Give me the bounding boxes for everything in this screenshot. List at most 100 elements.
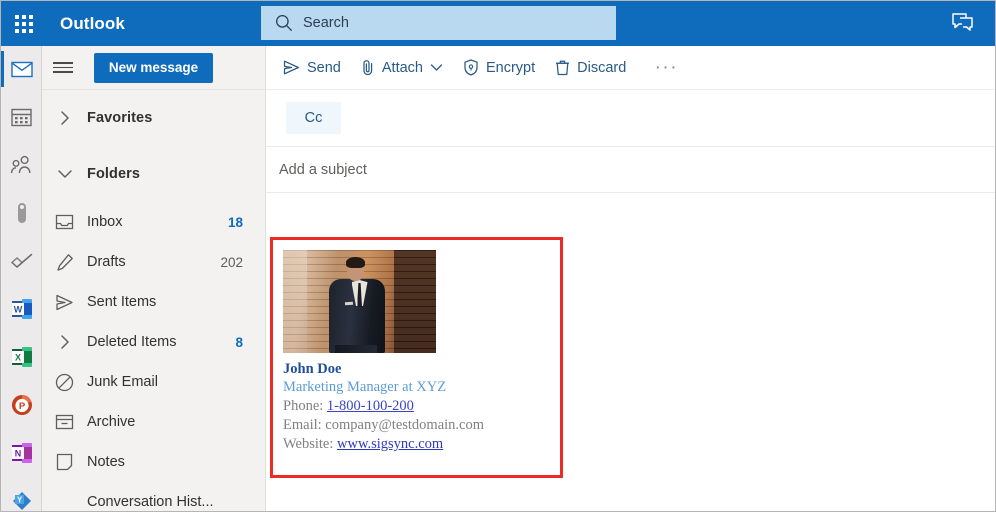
search-icon xyxy=(276,15,292,31)
folder-label: Drafts xyxy=(87,254,126,270)
powerpoint-icon: P xyxy=(11,395,32,415)
subject-placeholder-text: Add a subject xyxy=(279,161,367,178)
discard-button[interactable]: Discard xyxy=(546,52,635,84)
group-label-folders: Folders xyxy=(87,166,141,182)
send-button[interactable]: Send xyxy=(274,52,350,84)
rail-item-people[interactable] xyxy=(1,143,42,187)
attach-label: Attach xyxy=(381,59,423,76)
calendar-icon xyxy=(11,108,32,127)
signature-email-line: Email: company@testdomain.com xyxy=(283,416,560,435)
pencil-icon xyxy=(42,242,87,282)
group-label-favorites: Favorites xyxy=(87,110,153,126)
folder-pane: New message Favorites Folders Inbox 18 D… xyxy=(42,46,266,511)
mail-icon xyxy=(10,61,33,77)
rail-item-mail[interactable] xyxy=(1,47,42,91)
folder-item-notes[interactable]: Notes xyxy=(42,442,265,482)
folder-count: 202 xyxy=(220,254,243,270)
app-rail: W X P N Y xyxy=(1,46,42,511)
trash-icon xyxy=(555,59,570,76)
rail-item-yammer[interactable]: Y xyxy=(1,479,42,511)
group-folders[interactable]: Folders xyxy=(42,146,265,202)
group-favorites[interactable]: Favorites xyxy=(42,90,265,146)
send-icon xyxy=(42,282,87,322)
svg-text:W: W xyxy=(13,305,22,315)
inbox-icon xyxy=(42,202,87,242)
send-icon xyxy=(283,60,300,75)
more-options-button[interactable]: ··· xyxy=(651,53,681,83)
folder-label: Archive xyxy=(87,414,136,430)
chevron-right-icon xyxy=(42,322,87,362)
compose-toolbar: Send Attach Encrypt Discard ··· xyxy=(266,46,995,90)
search-input[interactable]: Search xyxy=(261,6,616,40)
subject-input[interactable]: Add a subject xyxy=(266,147,995,193)
app-launcher-button[interactable] xyxy=(1,1,46,46)
folder-item-conversation-history[interactable]: Conversation Hist... xyxy=(42,482,265,511)
attach-button[interactable]: Attach xyxy=(352,52,452,84)
archive-icon xyxy=(42,402,87,442)
wall-light-area xyxy=(283,250,307,353)
folder-item-sent[interactable]: Sent Items xyxy=(42,282,265,322)
signature-job-title: Marketing Manager at XYZ xyxy=(283,379,447,395)
rail-item-onenote[interactable]: N xyxy=(1,431,42,475)
rail-item-powerpoint[interactable]: P xyxy=(1,383,42,427)
new-message-button[interactable]: New message xyxy=(94,52,213,83)
svg-text:Y: Y xyxy=(16,495,22,504)
folder-count: 18 xyxy=(227,214,243,230)
folder-item-inbox[interactable]: Inbox 18 xyxy=(42,202,265,242)
app-launcher-icon xyxy=(14,14,33,33)
signature-phone-line: Phone: 1-800-100-200 xyxy=(283,397,560,416)
encrypt-button[interactable]: Encrypt xyxy=(454,52,544,84)
signature-text-block: John Doe Marketing Manager at XYZ Phone:… xyxy=(283,360,560,454)
note-icon xyxy=(42,442,87,482)
message-body[interactable]: John Doe Marketing Manager at XYZ Phone:… xyxy=(266,193,995,511)
onenote-icon: N xyxy=(11,443,32,463)
cc-button[interactable]: Cc xyxy=(286,102,341,134)
chat-button[interactable] xyxy=(947,7,979,39)
top-bar: Outlook Search xyxy=(1,1,995,46)
chat-icon xyxy=(952,13,973,31)
folder-item-junk[interactable]: Junk Email xyxy=(42,362,265,402)
folder-label: Notes xyxy=(87,454,125,470)
send-label: Send xyxy=(307,59,341,76)
folder-item-drafts[interactable]: Drafts 202 xyxy=(42,242,265,282)
rail-item-word[interactable]: W xyxy=(1,287,42,331)
email-label: Email: xyxy=(283,417,326,433)
excel-icon: X xyxy=(11,347,32,367)
wall-dark-area xyxy=(394,250,436,353)
folder-item-archive[interactable]: Archive xyxy=(42,402,265,442)
yammer-icon: Y xyxy=(12,492,31,510)
shield-lock-icon xyxy=(463,59,479,76)
cc-row: Cc xyxy=(266,90,995,147)
signature-highlight-box: John Doe Marketing Manager at XYZ Phone:… xyxy=(270,237,563,478)
svg-text:X: X xyxy=(14,353,20,363)
signature-name: John Doe xyxy=(283,361,342,377)
signature-website-line: Website: www.sigsync.com xyxy=(283,435,560,454)
email-value: company@testdomain.com xyxy=(325,417,485,433)
folder-item-deleted[interactable]: Deleted Items 8 xyxy=(42,322,265,362)
app-title: Outlook xyxy=(60,13,125,33)
folder-label: Deleted Items xyxy=(87,334,177,350)
chevron-right-icon xyxy=(42,110,87,126)
rail-item-excel[interactable]: X xyxy=(1,335,42,379)
block-icon xyxy=(42,362,87,402)
rail-item-files[interactable] xyxy=(1,191,42,235)
chevron-down-icon xyxy=(430,63,443,72)
outlook-window: Outlook Search W X P N Y New message Fav… xyxy=(0,0,996,512)
website-link[interactable]: www.sigsync.com xyxy=(337,436,443,452)
svg-text:P: P xyxy=(18,401,25,412)
checkmark-icon xyxy=(10,253,32,268)
attachment-icon xyxy=(17,203,26,223)
encrypt-label: Encrypt xyxy=(485,59,536,76)
phone-link[interactable]: 1-800-100-200 xyxy=(327,398,414,414)
people-icon xyxy=(10,155,31,174)
person-legs xyxy=(335,345,377,353)
paperclip-icon xyxy=(361,59,375,76)
folder-label: Inbox xyxy=(87,214,123,230)
rail-item-calendar[interactable] xyxy=(1,95,42,139)
word-icon: W xyxy=(11,299,32,319)
search-placeholder-text: Search xyxy=(303,15,349,31)
discard-label: Discard xyxy=(577,59,627,76)
menu-toggle-button[interactable] xyxy=(42,46,84,90)
folder-label: Junk Email xyxy=(87,374,158,390)
rail-item-todo[interactable] xyxy=(1,239,42,283)
